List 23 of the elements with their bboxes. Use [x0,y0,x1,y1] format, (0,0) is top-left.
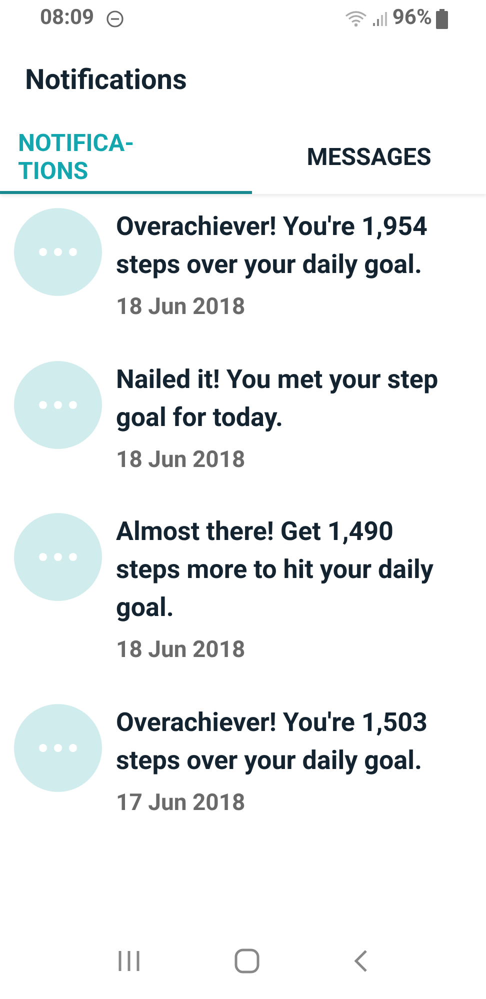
notification-text: Overachiever! You're 1,954 steps over your daily goal. [116,211,428,282]
battery-percent: 96% [392,5,432,32]
signal-icon [372,11,388,27]
more-icon [39,248,77,256]
back-icon[interactable] [353,949,370,973]
notification-date: 18 Jun 2018 [116,292,246,322]
notification-date: 18 Jun 2018 [116,444,246,474]
notification-text: Overachiever! You're 1,503 steps over your daily goal. [116,706,428,778]
more-icon [39,744,77,752]
more-icon [39,553,77,561]
status-time: 08:09 [40,5,94,32]
wifi-icon [344,10,368,28]
battery-icon [436,9,448,29]
more-icon [39,400,77,408]
page-title: Notifications [25,62,187,98]
notification-date: 18 Jun 2018 [116,635,246,665]
notification-text: Nailed it! You met your step goal for today. [116,364,440,434]
recent-apps-icon[interactable] [116,949,141,973]
tab[interactable]: MESSAGES [252,122,486,194]
notification-text: Almost there! Get 1,490 steps more to hit your daily goal. [116,516,434,625]
home-icon[interactable] [234,948,260,974]
do-not-disturb-icon [106,10,124,28]
notification-date: 17 Jun 2018 [116,788,246,818]
